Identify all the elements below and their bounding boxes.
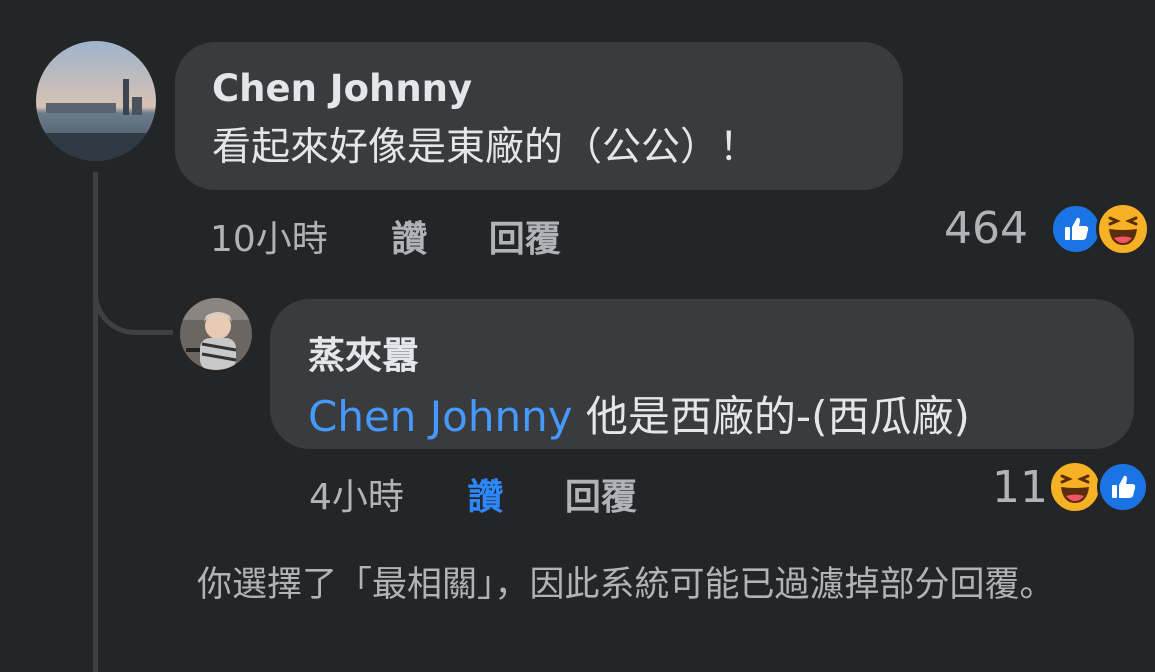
commenter-avatar[interactable] xyxy=(36,41,156,161)
thread-connector xyxy=(93,255,173,335)
reply-actions: 4小時 讚 回覆 xyxy=(309,468,637,520)
haha-icon xyxy=(1096,202,1150,256)
reply-time[interactable]: 4小時 xyxy=(309,477,404,518)
comment-like-button[interactable]: 讚 xyxy=(391,219,427,260)
like-icon xyxy=(1097,461,1149,513)
comment-author[interactable]: Chen Johnny xyxy=(212,67,903,110)
reply-reaction-count[interactable]: 11 xyxy=(992,462,1048,513)
comment-actions: 10小時 讚 回覆 xyxy=(210,210,561,262)
comment-text: 看起來好像是東廠的（公公）！ xyxy=(212,125,759,170)
filter-notice: 你選擇了「最相關」，因此系統可能已過濾掉部分回覆。 xyxy=(197,565,1055,605)
thread-line xyxy=(93,172,98,672)
comment-bubble: Chen Johnny 看起來好像是東廠的（公公）！ xyxy=(175,42,903,190)
reply-bubble: 蒸夾囂 Chen Johnny 他是西廠的-(西瓜廠) xyxy=(270,299,1134,449)
reply-body: 他是西廠的-(西瓜廠) xyxy=(572,392,970,441)
reply-author[interactable]: 蒸夾囂 xyxy=(308,325,1134,379)
like-icon xyxy=(1050,203,1102,255)
comment-reaction-count[interactable]: 464 xyxy=(944,203,1028,254)
haha-icon xyxy=(1048,460,1102,514)
reply-text: Chen Johnny 他是西廠的-(西瓜廠) xyxy=(308,383,1134,444)
comment-time[interactable]: 10小時 xyxy=(210,219,328,260)
reply-reply-button[interactable]: 回覆 xyxy=(565,477,637,518)
reply-like-button[interactable]: 讚 xyxy=(467,477,503,518)
reply-mention-link[interactable]: Chen Johnny xyxy=(308,392,573,441)
replier-avatar[interactable] xyxy=(180,298,252,370)
comment-reply-button[interactable]: 回覆 xyxy=(489,219,561,260)
